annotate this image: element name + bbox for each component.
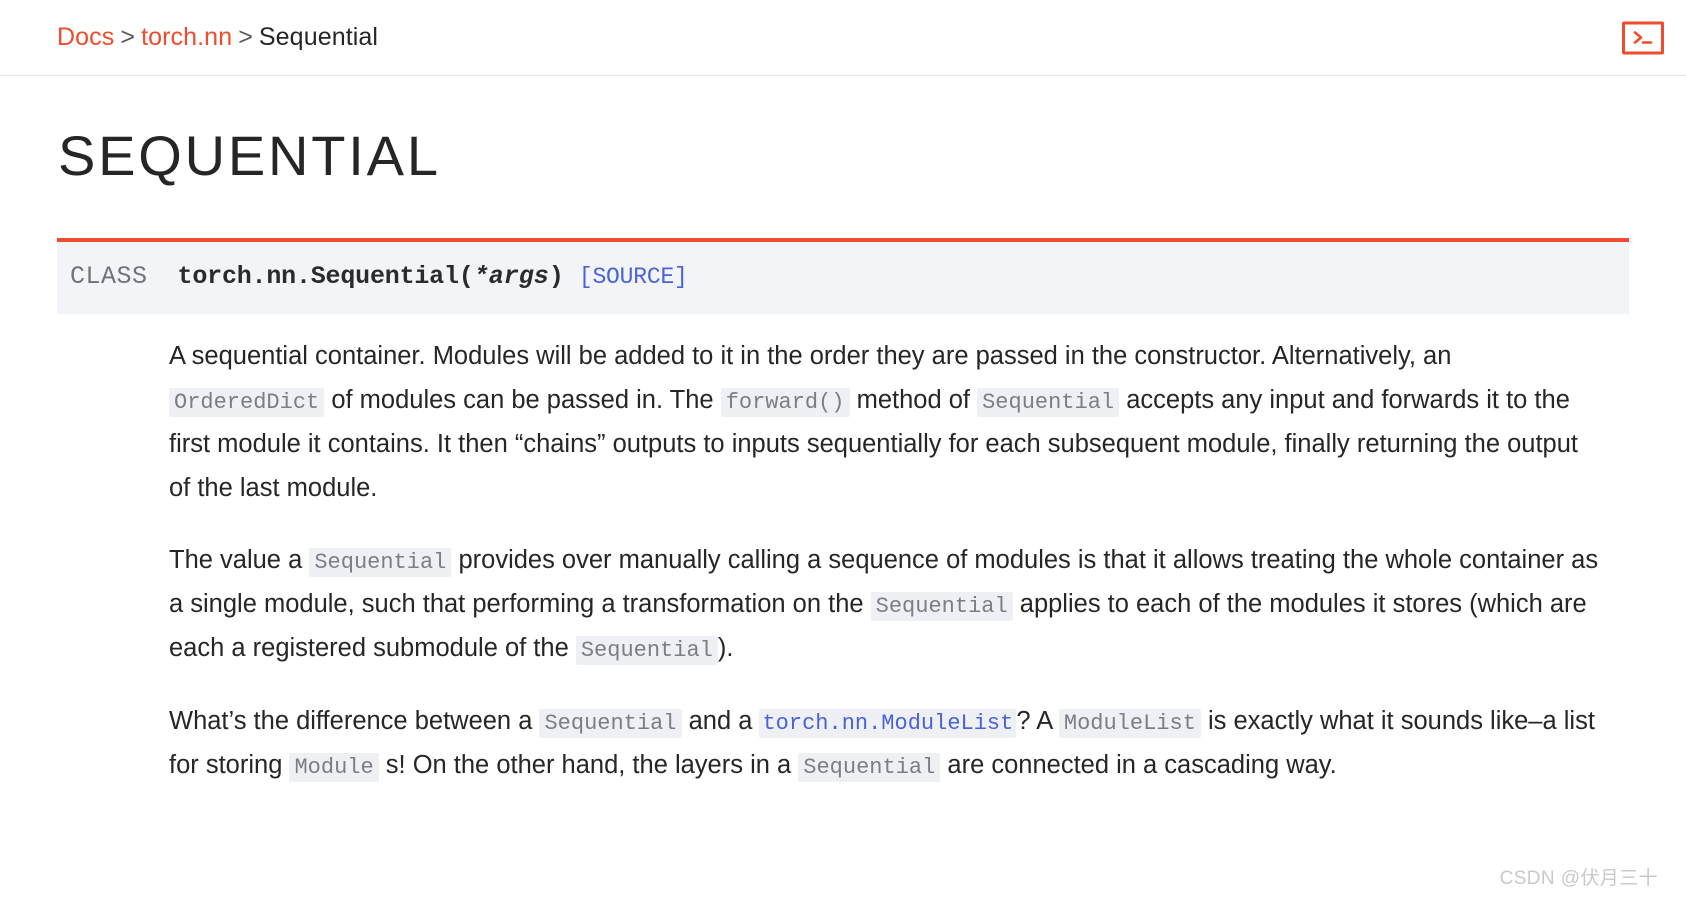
text-fragment: The value a (169, 546, 310, 575)
inline-code-sequential: Sequential (309, 548, 452, 578)
signature-keyword: CLASS (70, 262, 148, 291)
signature-close-paren: ) (548, 262, 564, 291)
signature-args: *args (473, 262, 549, 291)
class-signature-box: CLASS torch.nn.Sequential(*args) [SOURCE… (57, 238, 1629, 314)
paragraph-1: A sequential container. Modules will be … (169, 334, 1599, 510)
paragraph-3: What’s the difference between a Sequenti… (169, 699, 1599, 787)
class-signature: CLASS torch.nn.Sequential(*args) [SOURCE… (57, 260, 1629, 294)
source-link[interactable]: [SOURCE] (579, 264, 688, 290)
inline-code-forward: forward() (720, 387, 850, 417)
signature-open-paren: ( (458, 262, 474, 291)
inline-code-ordereddict: OrderedDict (169, 387, 325, 417)
text-fragment: are connected in a cascading way. (940, 750, 1337, 779)
link-torch-nn-modulelist[interactable]: torch.nn.ModuleList (759, 708, 1017, 738)
breadcrumb-item-torch-nn[interactable]: torch.nn (141, 23, 232, 51)
inline-code-sequential: Sequential (575, 636, 718, 666)
terminal-icon-button[interactable] (1622, 21, 1664, 54)
text-fragment: s! On the other hand, the layers in a (378, 750, 799, 779)
breadcrumb-separator: > (238, 23, 253, 51)
signature-qualname: torch.nn.Sequential (177, 262, 459, 291)
page-title: SEQUENTIAL (58, 124, 441, 187)
text-fragment: of modules can be passed in. The (324, 385, 721, 414)
inline-code-modulelist: ModuleList (1058, 708, 1201, 738)
description-body: A sequential container. Modules will be … (169, 314, 1599, 787)
text-fragment: and a (681, 706, 760, 735)
inline-code-sequential: Sequential (870, 592, 1013, 622)
text-fragment: A sequential container. Modules will be … (169, 341, 1452, 370)
breadcrumb: Docs > torch.nn > Sequential (57, 23, 378, 52)
top-bar: Docs > torch.nn > Sequential (0, 0, 1686, 76)
inline-code-sequential: Sequential (539, 708, 682, 738)
terminal-icon (1631, 29, 1655, 47)
text-fragment: ). (717, 634, 734, 663)
inline-code-module: Module (289, 752, 379, 782)
paragraph-2: The value a Sequential provides over man… (169, 538, 1599, 670)
page-content: SEQUENTIAL CLASS torch.nn.Sequential(*ar… (0, 128, 1686, 787)
breadcrumb-separator: > (120, 23, 136, 51)
breadcrumb-item-current: Sequential (258, 23, 379, 51)
text-fragment: method of (849, 385, 978, 414)
inline-code-sequential: Sequential (798, 752, 941, 782)
watermark: CSDN @伏月三十 (1499, 868, 1658, 889)
breadcrumb-item-docs[interactable]: Docs (57, 23, 114, 51)
text-fragment: What’s the difference between a (169, 706, 540, 735)
text-fragment: ? A (1016, 706, 1059, 735)
inline-code-sequential: Sequential (977, 387, 1120, 417)
